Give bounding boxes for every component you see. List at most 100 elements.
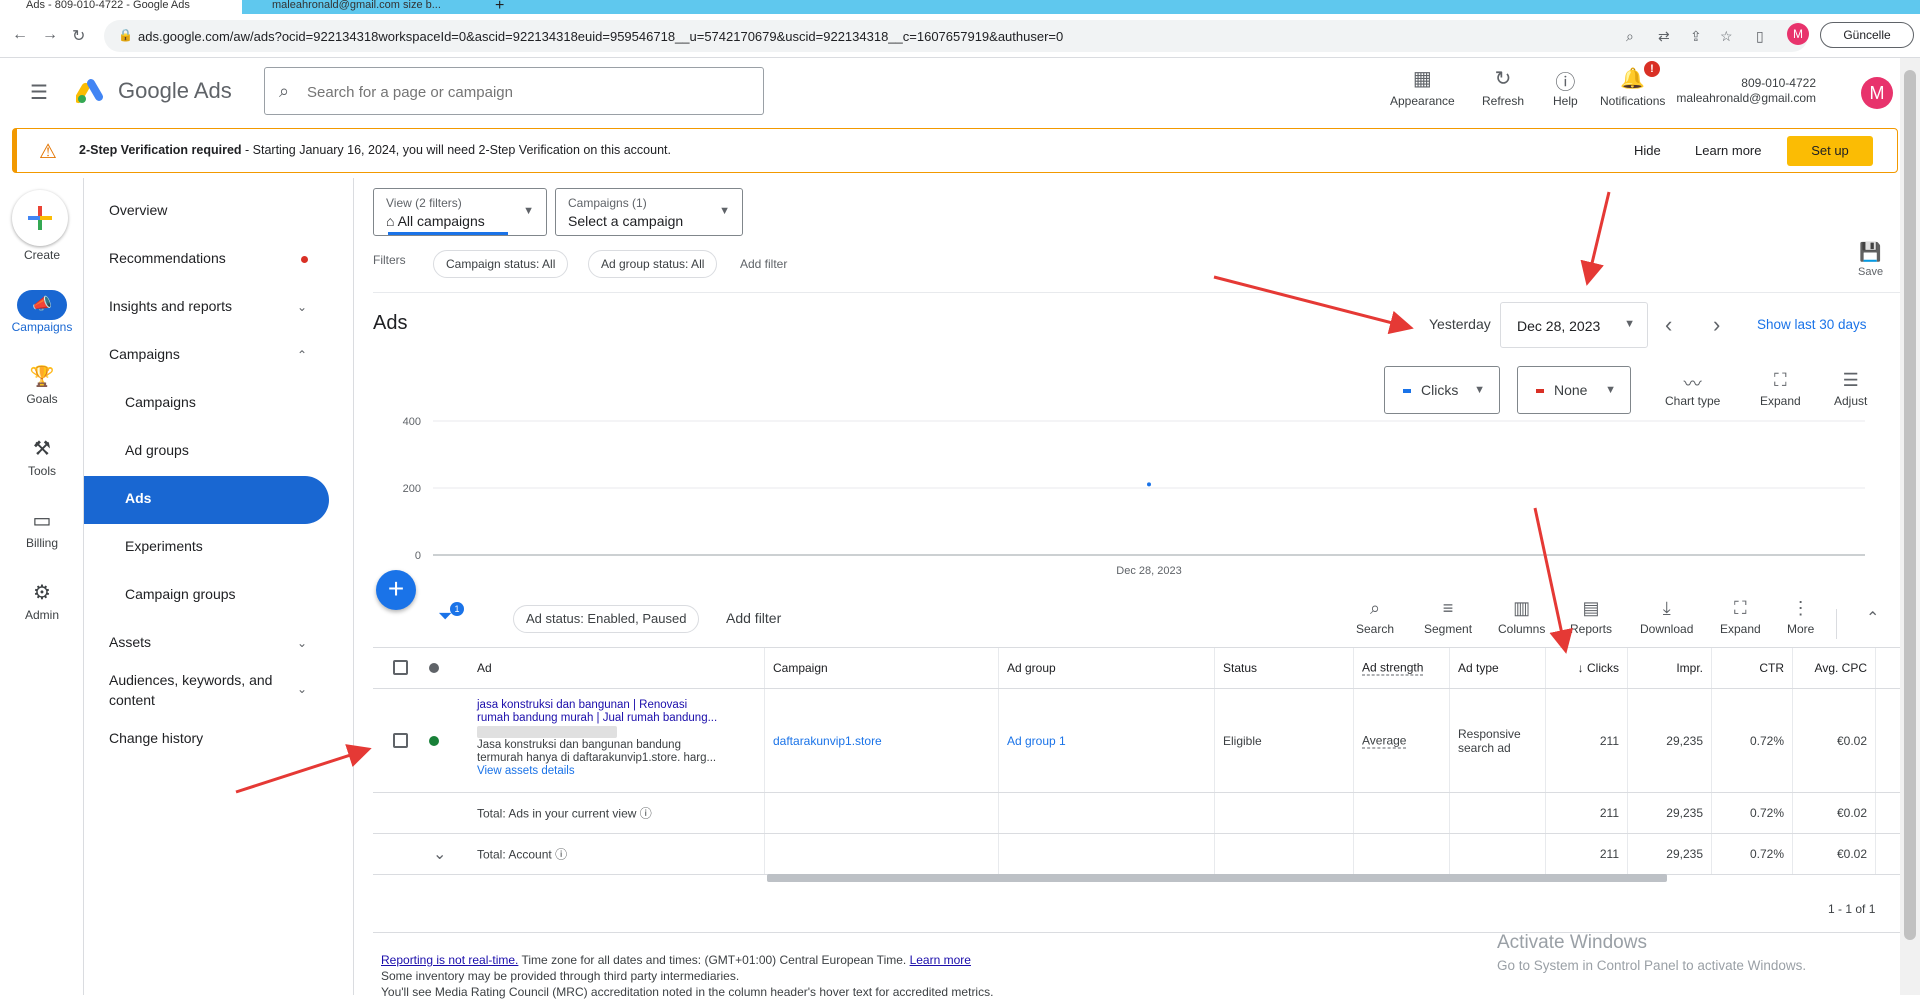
- header-ctr[interactable]: CTR: [1759, 661, 1784, 675]
- back-icon[interactable]: ←: [12, 26, 28, 44]
- ad-headline-1[interactable]: jasa konstruksi dan bangunan | Renovasi: [477, 699, 737, 712]
- search-box[interactable]: ⌕: [264, 67, 764, 115]
- chart-type-button[interactable]: 〰 Chart type: [1665, 370, 1720, 408]
- refresh-button[interactable]: ↻ Refresh: [1482, 66, 1524, 108]
- collapse-chevron-icon[interactable]: ⌃: [1866, 608, 1879, 628]
- nav-change-history[interactable]: Change history: [109, 730, 203, 746]
- appearance-button[interactable]: ▦ Appearance: [1390, 66, 1455, 108]
- rail-billing[interactable]: ▭ Billing: [0, 506, 84, 550]
- campaign-status-chip[interactable]: Campaign status: All: [433, 250, 569, 278]
- nav-campaigns[interactable]: Campaigns: [125, 394, 196, 410]
- browser-tab-gmail[interactable]: maleahronald@gmail.com size b...: [246, 0, 484, 14]
- reports-button[interactable]: ▤ Reports: [1570, 598, 1612, 636]
- header-campaign[interactable]: Campaign: [773, 661, 828, 675]
- metric2-selector[interactable]: None ▼: [1517, 366, 1631, 414]
- table-search-button[interactable]: ⌕ Search: [1356, 598, 1394, 636]
- reporting-link[interactable]: Reporting is not real-time.: [381, 953, 518, 967]
- header-impr[interactable]: Impr.: [1676, 661, 1703, 675]
- create-button[interactable]: [12, 190, 68, 246]
- date-range-picker[interactable]: Dec 28, 2023 ▼: [1500, 302, 1648, 348]
- rail-tools[interactable]: ⚒ Tools: [0, 434, 84, 478]
- campaign-link[interactable]: daftarakunvip1.store: [773, 734, 882, 748]
- header-status[interactable]: Status: [1223, 661, 1257, 675]
- side-panel-icon[interactable]: ▯: [1756, 28, 1764, 45]
- nav-campaign-groups[interactable]: Campaign groups: [125, 586, 236, 602]
- header-avg-cpc[interactable]: Avg. CPC: [1815, 661, 1867, 675]
- learn-more-button[interactable]: Learn more: [1695, 143, 1761, 158]
- reload-icon[interactable]: ↻: [72, 26, 85, 46]
- menu-icon[interactable]: ☰: [30, 80, 48, 105]
- header-ad-type[interactable]: Ad type: [1458, 661, 1499, 675]
- chevron-down-icon[interactable]: ⌄: [297, 300, 307, 314]
- horizontal-scrollbar[interactable]: [767, 874, 1667, 882]
- download-button[interactable]: ⤓ Download: [1640, 598, 1693, 636]
- url-box[interactable]: 🔒 ads.google.com/aw/ads?ocid=922134318wo…: [104, 20, 1808, 52]
- expand-chevron-icon[interactable]: ⌄: [433, 844, 446, 864]
- rail-admin[interactable]: ⚙ Admin: [0, 578, 84, 622]
- account-avatar[interactable]: M: [1861, 77, 1893, 109]
- chevron-down-icon[interactable]: ⌄: [297, 636, 307, 650]
- help-button[interactable]: ⓘ Help: [1553, 66, 1578, 108]
- header-clicks[interactable]: ↓ Clicks: [1578, 661, 1619, 675]
- nav-experiments[interactable]: Experiments: [125, 538, 203, 554]
- ad-strength-value[interactable]: Average: [1362, 733, 1407, 748]
- header-ad-group[interactable]: Ad group: [1007, 661, 1056, 675]
- account-info[interactable]: 809-010-4722 maleahronald@gmail.com: [1676, 76, 1816, 106]
- hide-button[interactable]: Hide: [1634, 143, 1661, 158]
- ad-status-chip[interactable]: Ad status: Enabled, Paused: [513, 605, 700, 633]
- ad-group-link[interactable]: Ad group 1: [1007, 734, 1066, 748]
- chart-expand-button[interactable]: ⛶ Expand: [1760, 370, 1801, 408]
- segment-button[interactable]: ≡ Segment: [1424, 598, 1472, 636]
- help-circle-icon[interactable]: ⓘ: [555, 848, 567, 862]
- columns-button[interactable]: ▥ Columns: [1498, 598, 1545, 636]
- rail-goals[interactable]: 🏆 Goals: [0, 362, 84, 406]
- chevron-down-icon[interactable]: ⌄: [297, 682, 307, 696]
- setup-button[interactable]: Set up: [1787, 136, 1873, 166]
- footer-learn-more-link[interactable]: Learn more: [910, 953, 971, 967]
- row-checkbox[interactable]: [393, 732, 408, 748]
- rail-campaigns[interactable]: 📣 Campaigns: [0, 290, 84, 334]
- nav-ads[interactable]: Ads: [125, 490, 151, 506]
- view-assets-link[interactable]: View assets details: [477, 765, 737, 778]
- ad-headline-2[interactable]: rumah bandung murah | Jual rumah bandung…: [477, 712, 737, 725]
- add-filter-link[interactable]: Add filter: [740, 257, 787, 271]
- select-all-checkbox[interactable]: [393, 660, 408, 675]
- view-selector[interactable]: View (2 filters) ⌂ All campaigns ▼: [373, 188, 547, 236]
- page-scrollbar-thumb[interactable]: [1904, 70, 1916, 940]
- nav-audiences-line2[interactable]: content: [109, 692, 155, 708]
- table-add-filter[interactable]: Add filter: [726, 610, 781, 626]
- header-ad[interactable]: Ad: [477, 661, 492, 675]
- add-ad-button[interactable]: +: [376, 570, 416, 610]
- status-enabled-dot[interactable]: [429, 735, 439, 746]
- nav-campaigns-group[interactable]: Campaigns: [109, 346, 180, 362]
- profile-avatar[interactable]: M: [1787, 23, 1809, 45]
- next-period-icon[interactable]: ›: [1713, 312, 1720, 338]
- chart-point[interactable]: [1147, 482, 1151, 487]
- save-button[interactable]: 💾 Save: [1858, 242, 1883, 278]
- browser-update-button[interactable]: Güncelle: [1820, 22, 1914, 48]
- campaign-selector[interactable]: Campaigns (1) Select a campaign ▼: [555, 188, 743, 236]
- translate-icon[interactable]: ⇄: [1658, 28, 1670, 45]
- chevron-up-icon[interactable]: ⌃: [297, 348, 307, 362]
- bookmark-star-icon[interactable]: ☆: [1720, 28, 1733, 45]
- metric1-selector[interactable]: Clicks ▼: [1384, 366, 1500, 414]
- nav-ad-groups[interactable]: Ad groups: [125, 442, 189, 458]
- forward-icon[interactable]: →: [42, 26, 58, 44]
- adjust-button[interactable]: ☰ Adjust: [1834, 370, 1867, 408]
- show-last-30-days-link[interactable]: Show last 30 days: [1757, 317, 1867, 332]
- adgroup-status-chip[interactable]: Ad group status: All: [588, 250, 718, 278]
- nav-overview[interactable]: Overview: [109, 202, 167, 218]
- search-input[interactable]: [307, 80, 747, 104]
- browser-tab-google-ads[interactable]: Ads - 809-010-4722 - Google Ads: [0, 0, 242, 14]
- header-ad-strength[interactable]: Ad strength: [1362, 661, 1424, 676]
- nav-audiences[interactable]: Audiences, keywords, and: [109, 672, 272, 688]
- help-circle-icon[interactable]: ⓘ: [640, 807, 652, 821]
- nav-recommendations[interactable]: Recommendations: [109, 250, 226, 266]
- share-icon[interactable]: ⇪: [1690, 28, 1702, 45]
- table-expand-button[interactable]: ⛶ Expand: [1720, 598, 1761, 636]
- more-button[interactable]: ⋮ More: [1787, 598, 1814, 636]
- new-tab-icon[interactable]: +: [495, 0, 504, 15]
- previous-period-icon[interactable]: ‹: [1665, 312, 1672, 338]
- nav-assets[interactable]: Assets: [109, 634, 151, 650]
- nav-insights[interactable]: Insights and reports: [109, 298, 232, 314]
